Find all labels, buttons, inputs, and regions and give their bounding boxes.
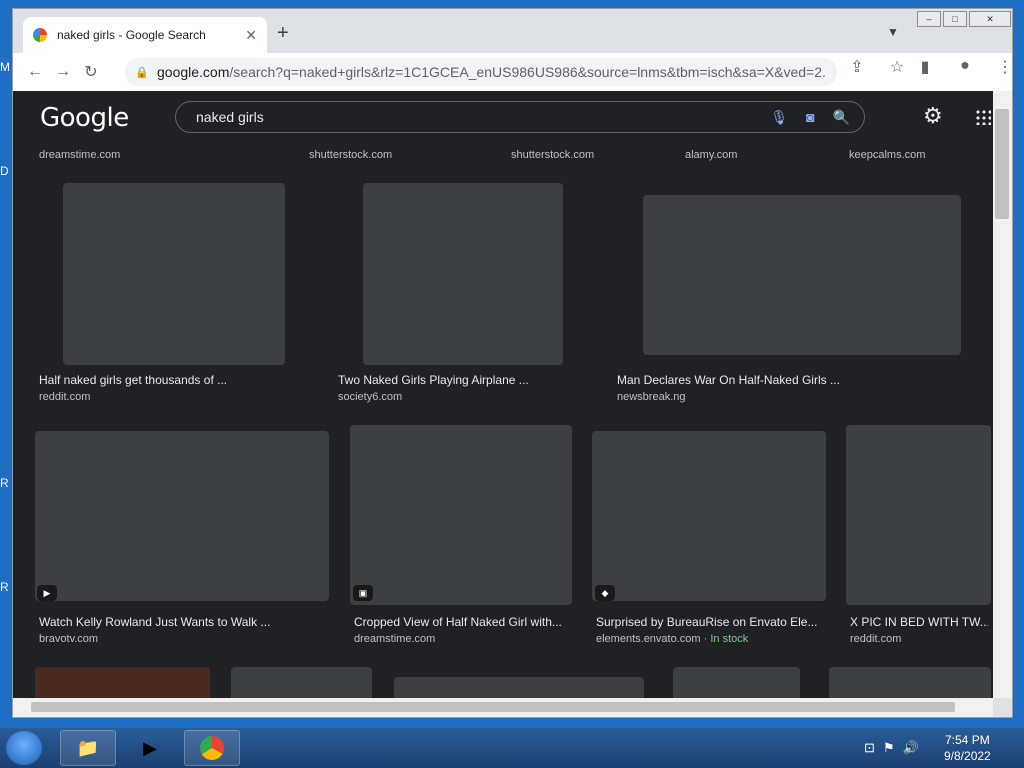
result-image[interactable] bbox=[846, 425, 991, 605]
result-source[interactable]: shutterstock.com bbox=[309, 149, 392, 161]
menu-kebab-icon[interactable]: ⋮ bbox=[991, 57, 1019, 77]
image-badge-icon: ▣ bbox=[353, 585, 373, 601]
scrollbar-thumb[interactable] bbox=[31, 702, 955, 712]
folder-icon: 📁 bbox=[76, 737, 100, 758]
result-image[interactable] bbox=[35, 667, 210, 698]
apps-grid-icon[interactable] bbox=[975, 109, 991, 125]
window-controls: – □ ✕ bbox=[917, 11, 1011, 27]
clock-time: 7:54 PM bbox=[945, 733, 990, 747]
tab-close-icon[interactable]: ✕ bbox=[245, 27, 257, 44]
new-tab-button[interactable]: + bbox=[277, 23, 289, 43]
result-caption[interactable]: Two Naked Girls Playing Airplane ... bbox=[338, 373, 598, 387]
close-window-icon[interactable]: ✕ bbox=[969, 11, 1011, 27]
reload-icon[interactable]: ↻ bbox=[77, 62, 105, 82]
search-icon[interactable]: 🔍 bbox=[833, 109, 850, 126]
bookmark-star-icon[interactable]: ☆ bbox=[883, 57, 911, 77]
result-caption[interactable]: Man Declares War On Half-Naked Girls ... bbox=[617, 373, 957, 387]
result-source[interactable]: reddit.com bbox=[850, 633, 901, 645]
result-image[interactable] bbox=[394, 677, 644, 698]
result-source[interactable]: elements.envato.com · In stock bbox=[596, 633, 748, 645]
result-source[interactable]: bravotv.com bbox=[39, 633, 98, 645]
address-bar[interactable]: 🔒 google.com/search?q=naked+girls&rlz=1C… bbox=[125, 58, 837, 86]
result-source[interactable]: shutterstock.com bbox=[511, 149, 594, 161]
url-text: google.com/search?q=naked+girls&rlz=1C1G… bbox=[157, 64, 827, 80]
result-source[interactable]: alamy.com bbox=[685, 149, 737, 161]
result-source[interactable]: keepcalms.com bbox=[849, 149, 925, 161]
media-player-icon: ▶ bbox=[143, 737, 157, 758]
result-image[interactable] bbox=[350, 425, 572, 605]
result-image[interactable] bbox=[35, 431, 329, 601]
tab-search-chevron-icon[interactable]: ▼ bbox=[887, 25, 899, 39]
tab-active[interactable]: naked girls - Google Search ✕ bbox=[23, 17, 267, 53]
minimize-icon[interactable]: – bbox=[917, 11, 941, 27]
lens-camera-icon[interactable]: ◙ bbox=[806, 109, 814, 125]
browser-toolbar: ← → ↻ 🔒 google.com/search?q=naked+girls&… bbox=[13, 53, 1013, 91]
volume-icon[interactable]: 🔊 bbox=[903, 740, 919, 756]
desktop-icon-label: M bbox=[0, 60, 10, 74]
result-source[interactable]: reddit.com bbox=[39, 391, 90, 403]
profile-avatar-icon[interactable]: ● bbox=[951, 57, 979, 77]
maximize-icon[interactable]: □ bbox=[943, 11, 967, 27]
horizontal-scrollbar[interactable] bbox=[13, 698, 993, 717]
chrome-icon bbox=[200, 736, 224, 760]
vertical-scrollbar[interactable] bbox=[993, 91, 1012, 698]
search-input[interactable]: naked girls 🎙 ◙ 🔍 bbox=[175, 101, 865, 133]
result-caption[interactable]: Cropped View of Half Naked Girl with... bbox=[354, 615, 580, 629]
settings-gear-icon[interactable]: ⚙ bbox=[923, 103, 943, 129]
back-arrow-icon[interactable]: ← bbox=[21, 63, 49, 81]
lock-icon: 🔒 bbox=[135, 67, 149, 79]
result-image[interactable] bbox=[231, 667, 372, 698]
side-panel-icon[interactable]: ▮ bbox=[911, 57, 939, 77]
network-icon[interactable]: ⊡ bbox=[864, 740, 875, 756]
start-button[interactable] bbox=[6, 731, 42, 765]
tab-title: naked girls - Google Search bbox=[57, 28, 206, 42]
chrome-taskbar-button[interactable] bbox=[184, 730, 240, 766]
result-image[interactable] bbox=[829, 667, 991, 698]
result-image[interactable] bbox=[673, 667, 800, 698]
result-source[interactable]: dreamstime.com bbox=[354, 633, 435, 645]
result-image[interactable] bbox=[643, 195, 961, 355]
clock-date: 9/8/2022 bbox=[944, 749, 991, 763]
action-center-flag-icon[interactable]: ⚑ bbox=[883, 740, 895, 756]
result-source[interactable]: society6.com bbox=[338, 391, 402, 403]
result-caption[interactable]: Watch Kelly Rowland Just Wants to Walk .… bbox=[39, 615, 329, 629]
result-caption[interactable]: Half naked girls get thousands of ... bbox=[39, 373, 309, 387]
result-source[interactable]: dreamstime.com bbox=[39, 149, 120, 161]
search-query: naked girls bbox=[196, 109, 264, 125]
taskbar: 📁 ▶ ⊡ ⚑ 🔊 7:54 PM 9/8/2022 bbox=[0, 728, 1024, 768]
scrollbar-thumb[interactable] bbox=[995, 109, 1009, 219]
result-caption[interactable]: Surprised by BureauRise on Envato Ele... bbox=[596, 615, 836, 629]
price-tag-icon: ◆ bbox=[595, 585, 615, 601]
media-player-taskbar-button[interactable]: ▶ bbox=[122, 730, 178, 766]
result-image[interactable] bbox=[63, 183, 285, 365]
result-caption[interactable]: X PIC IN BED WITH TW... bbox=[850, 615, 988, 629]
desktop-icon-label: R bbox=[0, 476, 9, 490]
desktop-icon-label: D bbox=[0, 164, 9, 178]
result-source[interactable]: newsbreak.ng bbox=[617, 391, 686, 403]
explorer-taskbar-button[interactable]: 📁 bbox=[60, 730, 116, 766]
microphone-icon[interactable]: 🎙 bbox=[770, 109, 788, 126]
video-play-icon: ▶ bbox=[37, 585, 57, 601]
system-tray: ⊡ ⚑ 🔊 bbox=[864, 740, 919, 756]
desktop-icon-label: R bbox=[0, 580, 9, 594]
result-image[interactable] bbox=[363, 183, 563, 365]
tab-strip: naked girls - Google Search ✕ + ▼ – □ ✕ bbox=[13, 9, 1012, 53]
google-header: Google naked girls 🎙 ◙ 🔍 ⚙ bbox=[13, 91, 993, 143]
result-image[interactable] bbox=[592, 431, 826, 601]
google-favicon-icon bbox=[33, 28, 47, 42]
google-logo[interactable]: Google bbox=[40, 103, 129, 133]
clock[interactable]: 7:54 PM 9/8/2022 bbox=[944, 732, 991, 764]
forward-arrow-icon[interactable]: → bbox=[49, 63, 77, 81]
share-icon[interactable]: ⇪ bbox=[843, 57, 871, 77]
browser-window: naked girls - Google Search ✕ + ▼ – □ ✕ … bbox=[12, 8, 1013, 718]
search-results-page: Google naked girls 🎙 ◙ 🔍 ⚙ dreamstime.co… bbox=[13, 91, 993, 698]
